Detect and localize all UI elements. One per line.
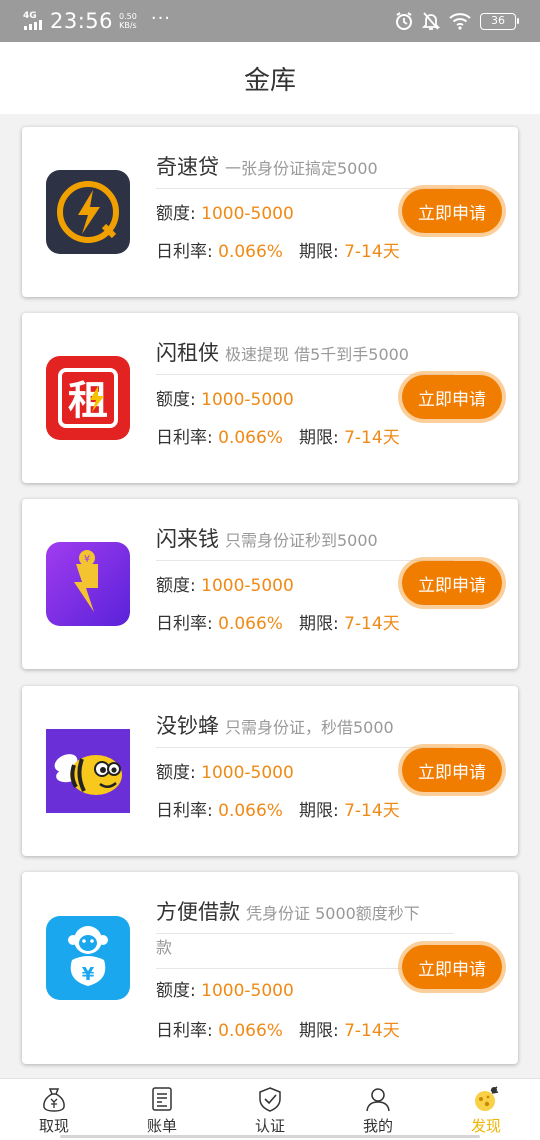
rate-value: 0.066%	[218, 614, 283, 634]
quota-row: 额度: 1000-5000	[156, 204, 294, 224]
shanzuxia-logo-icon: 租	[46, 356, 130, 440]
meichaofeng-bee-logo-icon	[46, 729, 130, 813]
bottom-tab-bar: 取现 账单 认证 我的 发现	[0, 1078, 540, 1140]
loan-card-shanlaiqian[interactable]: ¥ 闪来钱 只需身份证秒到5000 额度: 1000-5000 日利率: 0.06…	[22, 499, 518, 669]
quota-row: 额度: 1000-5000	[156, 576, 294, 596]
loan-card-shanzuxia[interactable]: 租 闪租侠 极速提现 借5千到手5000 额度: 1000-5000 日利率: 0…	[22, 313, 518, 483]
money-bag-icon	[43, 1088, 65, 1112]
term-value: 7-14天	[344, 614, 400, 634]
divider	[156, 747, 454, 748]
home-indicator[interactable]	[60, 1135, 480, 1138]
loan-slogan-continued: 款	[156, 938, 173, 957]
tab-discover[interactable]: 发现	[432, 1079, 540, 1140]
more-notifications-icon: ···	[150, 7, 172, 29]
loan-name: 奇速贷	[156, 155, 219, 179]
rate-value: 0.066%	[218, 1021, 283, 1041]
page-title: 金库	[243, 65, 296, 96]
shield-check-icon	[259, 1087, 281, 1112]
quota-row: 额度: 1000-5000	[156, 981, 294, 1001]
bill-icon	[152, 1087, 172, 1111]
tab-bills[interactable]: 账单	[108, 1079, 216, 1140]
quota-row: 额度: 1000-5000	[156, 763, 294, 783]
term-value: 7-14天	[344, 1021, 400, 1041]
rate-value: 0.066%	[218, 428, 283, 448]
loan-card-meichaofeng[interactable]: 没钞蜂 只需身份证，秒借5000 额度: 1000-5000 日利率: 0.066…	[22, 686, 518, 856]
apply-button[interactable]: 立即申请	[402, 748, 502, 792]
loan-slogan: 极速提现 借5千到手5000	[225, 345, 409, 364]
clock: 23:56	[50, 9, 114, 33]
status-bar: 4G 23:56 0.50 KB/s ··· 36	[0, 0, 540, 42]
signal-icon: 4G	[22, 10, 44, 32]
discover-icon	[475, 1086, 499, 1111]
rate-term-row: 日利率: 0.066% 期限: 7-14天	[156, 242, 400, 262]
divider	[156, 374, 454, 375]
loan-card-fangbianjiekuan[interactable]: ¥ 方便借款 凭身份证 5000额度秒下 款 额度: 1000-5000 日利率:…	[22, 872, 518, 1064]
wifi-icon	[449, 13, 471, 30]
svg-text:¥: ¥	[82, 964, 95, 985]
loan-name: 闪租侠	[156, 341, 219, 365]
quota-value: 1000-5000	[201, 981, 294, 1001]
tab-mine[interactable]: 我的	[324, 1079, 432, 1140]
rate-value: 0.066%	[218, 801, 283, 821]
svg-text:租: 租	[68, 378, 108, 424]
quota-value: 1000-5000	[201, 576, 294, 596]
fangbianjiekuan-logo-icon: ¥	[46, 916, 130, 1000]
loan-slogan: 一张身份证搞定5000	[225, 159, 378, 178]
loan-name: 方便借款	[156, 900, 240, 924]
svg-text:¥: ¥	[84, 554, 90, 565]
apply-button[interactable]: 立即申请	[402, 945, 502, 989]
mute-bell-icon	[422, 12, 440, 30]
user-icon	[366, 1088, 390, 1112]
term-value: 7-14天	[344, 801, 400, 821]
quota-value: 1000-5000	[201, 204, 294, 224]
quota-value: 1000-5000	[201, 763, 294, 783]
rate-value: 0.066%	[218, 242, 283, 262]
divider	[156, 933, 454, 934]
alarm-icon	[396, 12, 412, 30]
apply-button[interactable]: 立即申请	[402, 375, 502, 419]
loan-card-qisudai[interactable]: 奇速贷 一张身份证搞定5000 额度: 1000-5000 日利率: 0.066%…	[22, 127, 518, 297]
quota-row: 额度: 1000-5000	[156, 390, 294, 410]
apply-button[interactable]: 立即申请	[402, 189, 502, 233]
loan-slogan: 只需身份证，秒借5000	[225, 718, 394, 737]
battery-icon: 36	[480, 12, 519, 30]
rate-term-row: 日利率: 0.066% 期限: 7-14天	[156, 1021, 400, 1041]
page-header: 金库	[0, 42, 540, 114]
tab-withdraw[interactable]: 取现	[0, 1079, 108, 1140]
rate-term-row: 日利率: 0.066% 期限: 7-14天	[156, 614, 400, 634]
loan-name: 闪来钱	[156, 527, 219, 551]
tab-verify[interactable]: 认证	[216, 1079, 324, 1140]
divider	[156, 188, 454, 189]
rate-term-row: 日利率: 0.066% 期限: 7-14天	[156, 801, 400, 821]
quota-value: 1000-5000	[201, 390, 294, 410]
shanlaiqian-logo-icon: ¥	[46, 542, 130, 626]
loan-slogan: 凭身份证 5000额度秒下	[246, 904, 420, 923]
rate-term-row: 日利率: 0.066% 期限: 7-14天	[156, 428, 400, 448]
loan-name: 没钞蜂	[156, 714, 219, 738]
term-value: 7-14天	[344, 428, 400, 448]
apply-button[interactable]: 立即申请	[402, 561, 502, 605]
divider	[156, 560, 454, 561]
qisudai-logo-icon	[46, 170, 130, 254]
term-value: 7-14天	[344, 242, 400, 262]
network-speed: 0.50 KB/s	[119, 12, 137, 30]
loan-slogan: 只需身份证秒到5000	[225, 531, 378, 550]
